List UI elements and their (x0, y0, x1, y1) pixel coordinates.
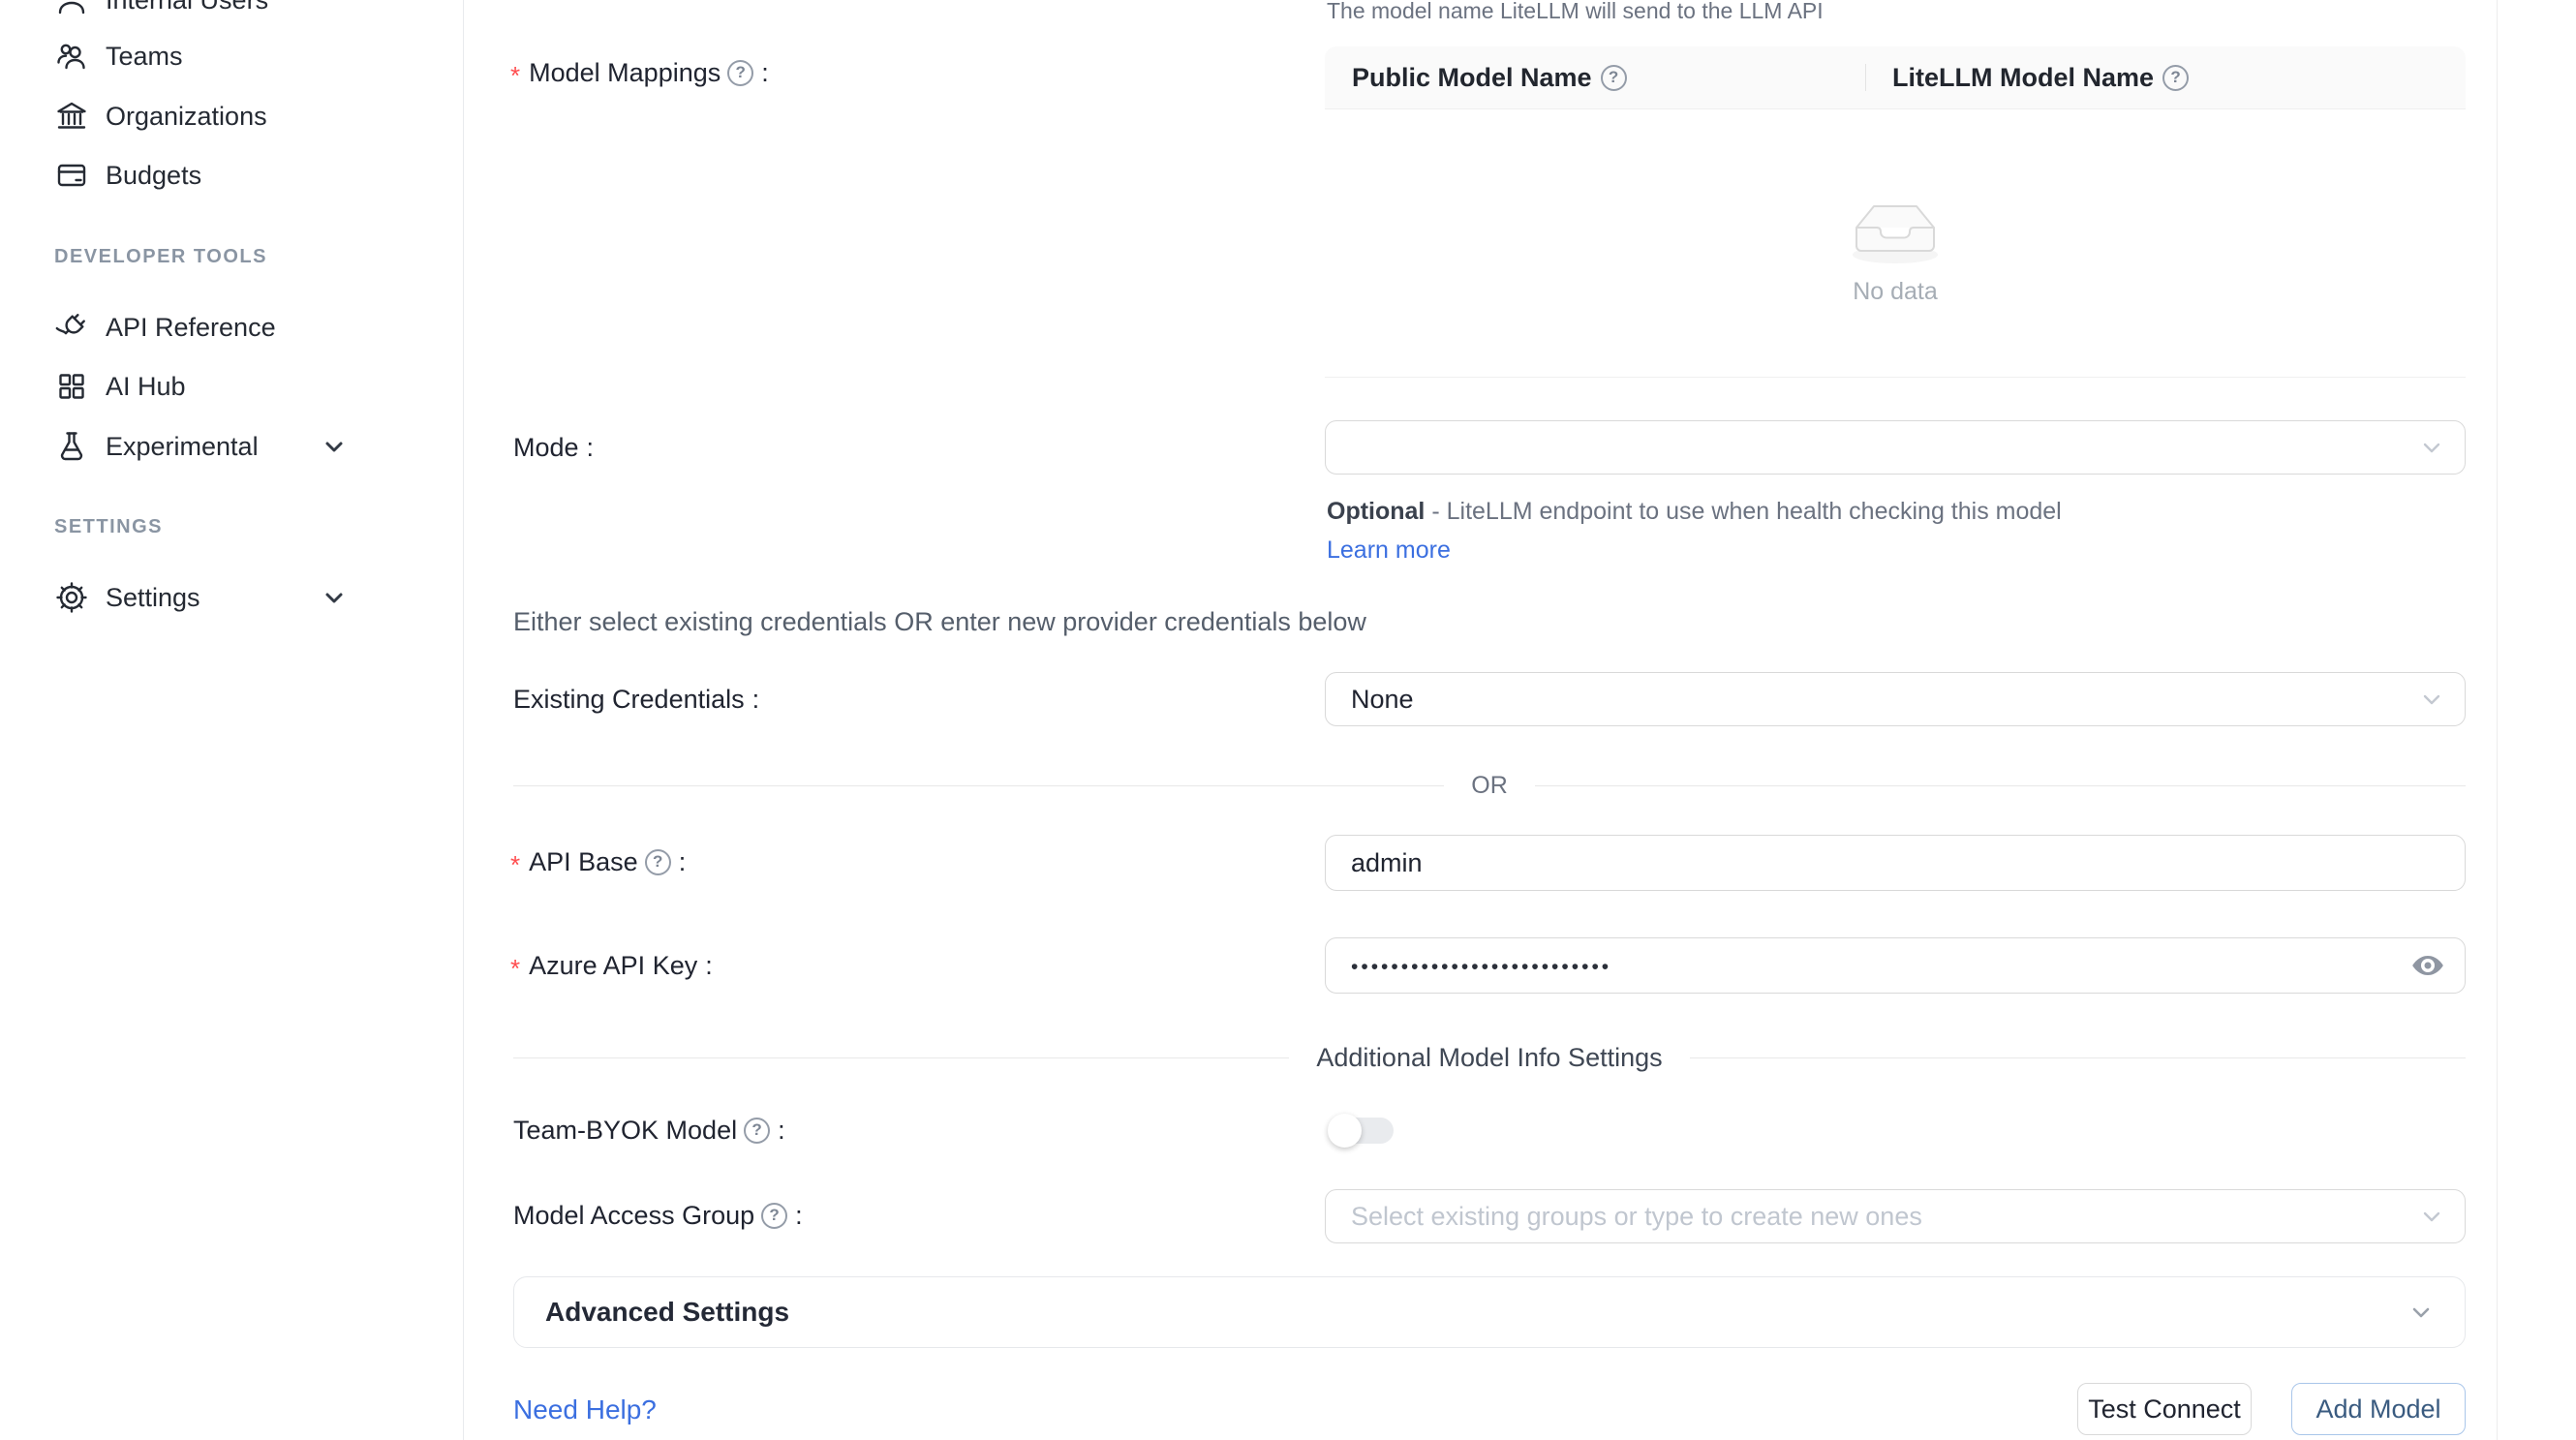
user-icon (54, 0, 89, 17)
bank-icon (54, 99, 89, 134)
sidebar-item-internal-users[interactable]: Internal Users (0, 0, 463, 21)
required-asterisk: * (510, 850, 520, 880)
sidebar-item-experimental[interactable]: Experimental (0, 425, 463, 468)
or-divider-text: OR (1444, 772, 1535, 800)
empty-inbox-icon (1837, 191, 1953, 266)
table-header-litellm-model-name: LiteLLM Model Name ? (1865, 46, 2466, 108)
chevron-down-icon (2408, 1300, 2434, 1325)
sidebar-item-label: Settings (106, 583, 200, 613)
sidebar-item-label: Experimental (106, 432, 259, 462)
chevron-down-icon[interactable] (322, 585, 347, 610)
existing-credentials-select[interactable]: None (1325, 672, 2466, 726)
mode-help-text: Optional - LiteLLM endpoint to use when … (1327, 492, 2092, 569)
users-icon (54, 39, 89, 74)
api-base-input[interactable]: admin (1325, 835, 2466, 891)
sidebar-item-label: API Reference (106, 313, 276, 343)
chevron-down-icon (2420, 1205, 2443, 1228)
flask-icon (54, 429, 89, 464)
grid-icon (54, 369, 89, 404)
help-circle-icon[interactable]: ? (2162, 65, 2189, 91)
sidebar-item-budgets[interactable]: Budgets (0, 154, 463, 197)
team-byok-label: Team-BYOK Model ? : (513, 1114, 785, 1147)
column-divider (1865, 64, 1866, 91)
model-name-hint: The model name LiteLLM will send to the … (1327, 0, 1824, 24)
need-help-link[interactable]: Need Help? (513, 1394, 657, 1425)
sidebar-item-teams[interactable]: Teams (0, 35, 463, 77)
required-asterisk: * (510, 61, 520, 91)
empty-text: No data (1837, 278, 1953, 306)
sidebar-item-settings[interactable]: Settings (0, 576, 463, 619)
gear-icon (54, 580, 89, 615)
or-divider: OR (513, 772, 2466, 799)
advanced-settings-title: Advanced Settings (545, 1297, 789, 1328)
eye-icon[interactable] (2410, 948, 2445, 983)
advanced-settings-panel[interactable]: Advanced Settings (513, 1276, 2466, 1348)
chevron-down-icon (2420, 688, 2443, 711)
credentials-hint: Either select existing credentials OR en… (513, 607, 1366, 637)
help-circle-icon[interactable]: ? (727, 60, 753, 86)
credit-card-icon (54, 158, 89, 193)
mode-select[interactable] (1325, 420, 2466, 475)
sidebar-section-settings: SETTINGS (54, 515, 163, 538)
help-circle-icon[interactable]: ? (761, 1203, 787, 1229)
azure-api-key-input[interactable]: •••••••••••••••••••••••••• (1325, 937, 2466, 994)
content-right-divider (2497, 0, 2498, 1440)
additional-settings-divider: Additional Model Info Settings (513, 1044, 2466, 1071)
help-circle-icon[interactable]: ? (1601, 65, 1627, 91)
sidebar-item-ai-hub[interactable]: AI Hub (0, 365, 463, 408)
plug-icon (54, 310, 89, 345)
chevron-down-icon[interactable] (322, 434, 347, 459)
additional-settings-divider-text: Additional Model Info Settings (1289, 1043, 1689, 1073)
divider-line (1690, 1057, 2466, 1058)
sidebar-item-label: Internal Users (106, 0, 268, 15)
model-access-group-select[interactable]: Select existing groups or type to create… (1325, 1189, 2466, 1243)
required-asterisk: * (510, 954, 520, 984)
sidebar-item-label: Teams (106, 42, 183, 72)
learn-more-link[interactable]: Learn more (1327, 536, 1451, 564)
divider-line (1535, 785, 2466, 786)
api-base-value: admin (1351, 848, 1423, 878)
sidebar-item-organizations[interactable]: Organizations (0, 95, 463, 138)
azure-api-key-label: * Azure API Key : (510, 949, 713, 982)
help-circle-icon[interactable]: ? (645, 849, 671, 875)
sidebar-item-label: AI Hub (106, 372, 186, 402)
divider-line (513, 785, 1444, 786)
existing-credentials-label: Existing Credentials: (513, 683, 759, 716)
masked-password-value: •••••••••••••••••••••••••• (1351, 956, 1611, 979)
test-connect-button[interactable]: Test Connect (2077, 1383, 2252, 1435)
divider-line (513, 1057, 1289, 1058)
mode-label: Mode: (513, 431, 594, 464)
table-body: No data (1325, 109, 2466, 378)
sidebar-item-label: Budgets (106, 161, 201, 191)
sidebar-item-label: Organizations (106, 102, 267, 132)
help-circle-icon[interactable]: ? (744, 1118, 770, 1144)
chevron-down-icon (2420, 436, 2443, 459)
model-mappings-table: Public Model Name ? LiteLLM Model Name ?… (1325, 46, 2466, 378)
sidebar-item-api-reference[interactable]: API Reference (0, 306, 463, 349)
add-model-button[interactable]: Add Model (2291, 1383, 2466, 1435)
model-access-group-placeholder: Select existing groups or type to create… (1351, 1202, 1922, 1232)
existing-credentials-value: None (1351, 685, 1414, 715)
toggle-knob (1328, 1114, 1362, 1148)
model-access-group-label: Model Access Group ? : (513, 1199, 803, 1232)
table-header-public-model-name: Public Model Name ? (1325, 46, 1865, 108)
model-mappings-label: * Model Mappings ? : (510, 56, 769, 89)
sidebar: Internal Users Teams Organizations Budge… (0, 0, 464, 1440)
sidebar-section-developer-tools: DEVELOPER TOOLS (54, 245, 267, 268)
empty-state: No data (1837, 191, 1953, 306)
team-byok-toggle[interactable] (1328, 1113, 1394, 1149)
table-header-row: Public Model Name ? LiteLLM Model Name ? (1325, 46, 2466, 109)
api-base-label: * API Base ? : (510, 845, 686, 878)
